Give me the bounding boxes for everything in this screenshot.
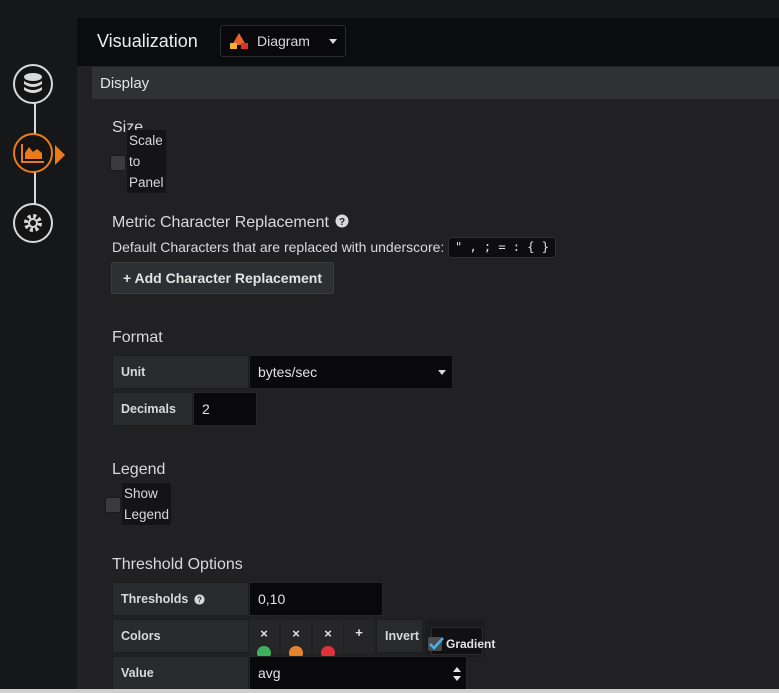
gradient-toggle[interactable]: Gradient [425,619,495,657]
value-label: Value [112,656,249,690]
picker-label: Diagram [257,33,310,49]
chevron-down-icon [438,370,446,375]
display-section-header[interactable]: Display [92,67,779,99]
help-icon[interactable]: ? [194,593,205,605]
scale-to-panel-label-line: Panel [129,175,164,190]
show-legend-checkbox[interactable] [105,497,121,513]
svg-text:?: ? [197,595,202,604]
scale-to-panel-label-line: Scale [129,133,163,148]
color-swatch[interactable]: × [313,620,343,660]
check-icon [428,637,444,651]
scale-to-panel-checkbox[interactable] [110,155,126,171]
remove-color-icon[interactable]: × [281,626,311,641]
help-icon[interactable]: ? [335,214,349,228]
invert-button[interactable]: Invert [376,619,423,653]
thresholds-label: Thresholds ? [112,582,249,616]
remove-color-icon[interactable]: × [313,626,343,641]
metric-replacement-title: Metric Character Replacement [112,214,329,231]
show-legend-label: Show Legend [122,483,172,525]
color-swatch[interactable]: × [281,620,311,660]
show-legend-label-line: Legend [124,507,170,522]
replaced-characters: " , ; = : { } [448,237,556,258]
decimals-label: Decimals [112,392,193,426]
legend-heading: Legend [112,461,166,478]
add-character-replacement-button[interactable]: + Add Character Replacement [111,262,334,294]
decimals-input[interactable]: 2 [193,392,257,426]
thresholds-input[interactable]: 0,10 [249,582,383,616]
page-bottom-edge [0,689,779,693]
diagram-plugin-icon [230,33,248,49]
gear-icon [24,214,42,232]
metric-replacement-heading: Metric Character Replacement ? [112,214,349,232]
remove-color-icon[interactable]: × [249,626,279,641]
visualization-title: Visualization [97,31,198,51]
threshold-options-heading: Threshold Options [112,556,243,573]
unit-label: Unit [112,355,249,389]
value-value: avg [258,665,281,681]
sort-arrows-icon [453,667,461,681]
display-section-title: Display [100,75,150,92]
database-icon [24,73,42,93]
visualization-picker[interactable]: Diagram [220,25,346,57]
scale-to-panel-label: Scale to Panel [127,130,166,193]
visualization-step[interactable] [13,133,53,173]
chevron-down-icon [329,39,337,44]
unit-select[interactable]: bytes/sec [249,355,453,389]
active-step-arrow [55,145,65,165]
unit-value: bytes/sec [258,364,318,380]
color-swatch[interactable]: × [249,620,279,660]
thresholds-label-text: Thresholds [121,592,189,606]
value-select[interactable]: avg [249,656,467,690]
scale-to-panel-label-line: to [129,154,141,169]
add-color-button[interactable]: + [344,620,374,654]
chart-icon [21,144,44,163]
plus-icon: + [355,625,363,640]
colors-label: Colors [112,619,249,653]
format-heading: Format [112,329,163,346]
queries-step[interactable] [13,64,53,104]
gradient-label: Gradient [446,637,496,651]
svg-text:?: ? [339,217,345,228]
metric-replacement-description: Default Characters that are replaced wit… [112,239,445,255]
general-step[interactable] [13,203,53,243]
show-legend-label-line: Show [124,486,158,501]
